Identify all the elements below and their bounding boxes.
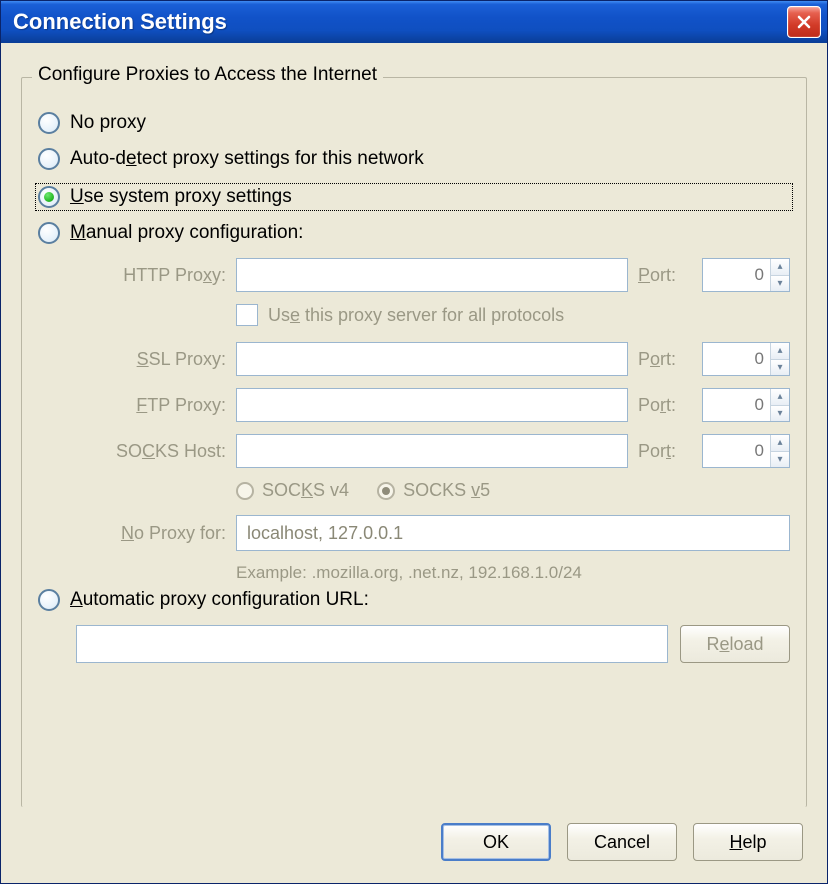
pac-row: Reload [76, 625, 790, 663]
no-proxy-example-text: Example: .mozilla.org, .net.nz, 192.168.… [236, 563, 790, 583]
spinner-down-icon[interactable]: ▾ [771, 359, 789, 376]
spinner-up-icon[interactable]: ▴ [771, 259, 789, 275]
http-port-value: 0 [703, 259, 770, 291]
no-proxy-for-input[interactable]: localhost, 127.0.0.1 [236, 515, 790, 551]
radio-auto-detect-label: Auto-detect proxy settings for this netw… [70, 148, 424, 170]
radio-icon [38, 148, 60, 170]
http-port-input[interactable]: 0 ▴ ▾ [702, 258, 790, 292]
pac-url-input[interactable] [76, 625, 668, 663]
spinner-up-icon[interactable]: ▴ [771, 343, 789, 359]
ssl-port-label: Port: [638, 349, 692, 370]
http-port-label: Port: [638, 265, 692, 286]
radio-use-system[interactable]: Use system proxy settings [36, 184, 792, 210]
spinner-down-icon[interactable]: ▾ [771, 451, 789, 468]
radio-no-proxy[interactable]: No proxy [38, 112, 790, 134]
dialog-button-bar: OK Cancel Help [1, 809, 827, 883]
socks-v5-label: SOCKS v5 [403, 480, 490, 501]
proxy-groupbox: Configure Proxies to Access the Internet… [21, 77, 807, 807]
radio-no-proxy-label: No proxy [70, 112, 146, 134]
radio-manual[interactable]: Manual proxy configuration: [38, 222, 790, 244]
ftp-port-input[interactable]: 0 ▴ ▾ [702, 388, 790, 422]
radio-socks-v4[interactable]: SOCKS v4 [236, 480, 349, 501]
window-title: Connection Settings [13, 9, 227, 35]
titlebar: Connection Settings [1, 1, 827, 43]
help-button[interactable]: Help [693, 823, 803, 861]
radio-auto-detect[interactable]: Auto-detect proxy settings for this netw… [38, 148, 790, 170]
radio-manual-label: Manual proxy configuration: [70, 222, 303, 244]
radio-pac-label: Automatic proxy configuration URL: [70, 589, 369, 611]
radio-icon [377, 482, 395, 500]
groupbox-legend: Configure Proxies to Access the Internet [32, 64, 383, 86]
manual-fields: HTTP Proxy: Port: 0 ▴ ▾ Use this proxy s… [76, 258, 790, 583]
ftp-proxy-label: FTP Proxy: [76, 395, 226, 416]
ftp-port-label: Port: [638, 395, 692, 416]
spinner-up-icon[interactable]: ▴ [771, 435, 789, 451]
ftp-proxy-input[interactable] [236, 388, 628, 422]
socks-port-input[interactable]: 0 ▴ ▾ [702, 434, 790, 468]
no-proxy-for-label: No Proxy for: [76, 523, 226, 544]
connection-settings-window: Connection Settings Configure Proxies to… [0, 0, 828, 884]
ssl-proxy-row: SSL Proxy: Port: 0 ▴ ▾ [76, 342, 790, 376]
close-icon [796, 14, 812, 30]
radio-socks-v5[interactable]: SOCKS v5 [377, 480, 490, 501]
radio-use-system-label: Use system proxy settings [70, 186, 292, 208]
ok-button[interactable]: OK [441, 823, 551, 861]
socks-port-label: Port: [638, 441, 692, 462]
socks-host-label: SOCKS Host: [76, 441, 226, 462]
radio-icon [38, 222, 60, 244]
dialog-content: Configure Proxies to Access the Internet… [1, 43, 827, 809]
use-all-protocols-label: Use this proxy server for all protocols [268, 305, 564, 326]
ssl-port-value: 0 [703, 343, 770, 375]
http-proxy-label: HTTP Proxy: [76, 265, 226, 286]
no-proxy-for-row: No Proxy for: localhost, 127.0.0.1 [76, 515, 790, 551]
use-all-protocols-row[interactable]: Use this proxy server for all protocols [236, 304, 790, 326]
ftp-port-value: 0 [703, 389, 770, 421]
ssl-proxy-input[interactable] [236, 342, 628, 376]
ssl-port-input[interactable]: 0 ▴ ▾ [702, 342, 790, 376]
radio-pac[interactable]: Automatic proxy configuration URL: [38, 589, 790, 611]
spinner-down-icon[interactable]: ▾ [771, 405, 789, 422]
radio-icon [38, 589, 60, 611]
socks-port-value: 0 [703, 435, 770, 467]
radio-icon [38, 112, 60, 134]
radio-icon [236, 482, 254, 500]
spinner-up-icon[interactable]: ▴ [771, 389, 789, 405]
reload-button[interactable]: Reload [680, 625, 790, 663]
http-proxy-row: HTTP Proxy: Port: 0 ▴ ▾ [76, 258, 790, 292]
close-button[interactable] [787, 6, 821, 38]
cancel-button[interactable]: Cancel [567, 823, 677, 861]
http-proxy-input[interactable] [236, 258, 628, 292]
socks-host-input[interactable] [236, 434, 628, 468]
checkbox-icon [236, 304, 258, 326]
ftp-proxy-row: FTP Proxy: Port: 0 ▴ ▾ [76, 388, 790, 422]
radio-icon [38, 186, 60, 208]
spinner-down-icon[interactable]: ▾ [771, 275, 789, 292]
ssl-proxy-label: SSL Proxy: [76, 349, 226, 370]
socks-version-row: SOCKS v4 SOCKS v5 [236, 480, 790, 501]
socks-v4-label: SOCKS v4 [262, 480, 349, 501]
socks-host-row: SOCKS Host: Port: 0 ▴ ▾ [76, 434, 790, 468]
